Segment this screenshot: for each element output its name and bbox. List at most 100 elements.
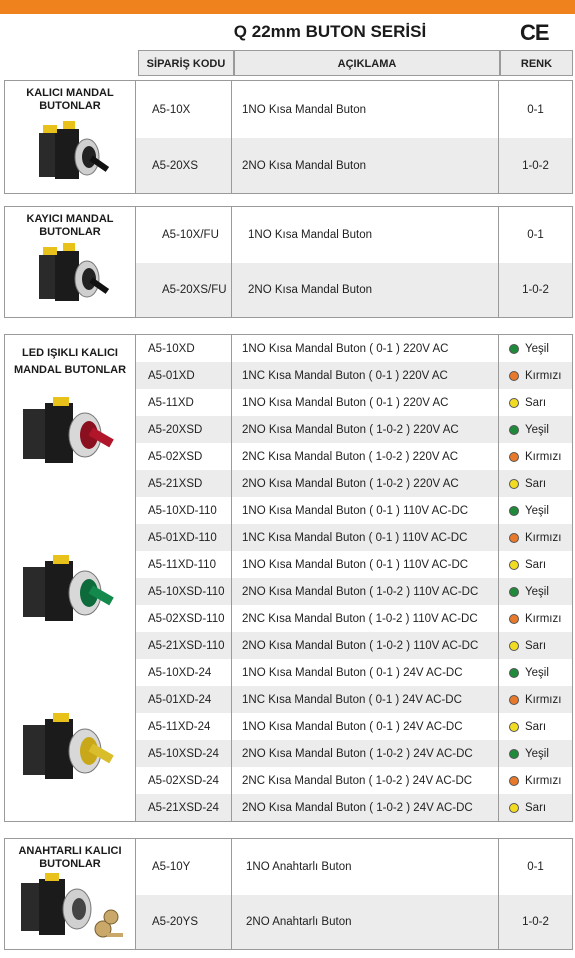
table-row: A5-20YS 2NO Anahtarlı Buton 1-0-2 (136, 895, 572, 949)
order-code: A5-10XSD-24 (136, 740, 232, 767)
category-label: KALICI MANDAL BUTONLAR (26, 87, 114, 112)
description: 1NO Anahtarlı Buton (232, 839, 499, 895)
led-color-cell: Yeşil (499, 497, 572, 524)
led-color-label: Kırmızı (525, 369, 562, 382)
led-color-cell: Yeşil (499, 740, 572, 767)
order-code: A5-02XSD (136, 443, 232, 470)
led-color-label: Yeşil (525, 423, 549, 436)
led-color-label: Sarı (525, 639, 547, 652)
description: 2NC Kısa Mandal Buton ( 1-0-2 ) 220V AC (232, 443, 499, 470)
table-row: A5-11XD-24 1NO Kısa Mandal Buton ( 0-1 ) … (136, 713, 572, 740)
top-accent-bar (0, 0, 575, 14)
led-color-cell: Sarı (499, 632, 572, 659)
description: 1NC Kısa Mandal Buton ( 0-1 ) 220V AC (232, 362, 499, 389)
led-color-dot-icon (509, 370, 519, 381)
description: 2NO Anahtarlı Buton (232, 895, 499, 949)
order-code: A5-20XS/FU (136, 263, 232, 317)
description: 1NO Kısa Mandal Buton ( 0-1 ) 220V AC (232, 389, 499, 416)
header-color: RENK (500, 50, 573, 76)
table-row: A5-21XSD-24 2NO Kısa Mandal Buton ( 1-0-2… (136, 794, 572, 821)
color-code: 1-0-2 (522, 159, 549, 172)
table-row: A5-20XSD 2NO Kısa Mandal Buton ( 1-0-2 ) … (136, 416, 572, 443)
category-label: KAYICI MANDAL BUTONLAR (26, 213, 114, 238)
led-color-label: Kırmızı (525, 612, 562, 625)
led-color-dot-icon (509, 694, 519, 705)
led-color-dot-icon (509, 559, 519, 570)
led-color-label: Yeşil (525, 504, 549, 517)
table-row: A5-20XS/FU 2NO Kısa Mandal Buton 1-0-2 (136, 263, 572, 317)
led-color-cell: Kırmızı (499, 443, 572, 470)
led-color-dot-icon (509, 775, 519, 786)
led-color-dot-icon (509, 397, 519, 408)
order-code: A5-10XD-110 (136, 497, 232, 524)
table-row: A5-11XD-110 1NO Kısa Mandal Buton ( 0-1 )… (136, 551, 572, 578)
color-code: 0-1 (527, 103, 544, 116)
led-color-cell: Sarı (499, 551, 572, 578)
table-row: A5-02XSD 2NC Kısa Mandal Buton ( 1-0-2 ) … (136, 443, 572, 470)
led-color-label: Sarı (525, 720, 547, 733)
order-code: A5-20YS (136, 895, 232, 949)
led-color-label: Kırmızı (525, 693, 562, 706)
order-code: A5-10X (136, 81, 232, 138)
key-switch-product-image (21, 873, 123, 938)
led-color-dot-icon (509, 640, 519, 651)
led-color-label: Sarı (525, 558, 547, 571)
table-row: A5-01XD-24 1NC Kısa Mandal Buton ( 0-1 ) … (136, 686, 572, 713)
led-color-dot-icon (509, 424, 519, 435)
order-code: A5-10X/FU (136, 207, 232, 263)
led-color-dot-icon (509, 505, 519, 516)
table-row: A5-21XSD 2NO Kısa Mandal Buton ( 1-0-2 ) … (136, 470, 572, 497)
led-selector-green-product-image (23, 555, 114, 621)
color-code: 1-0-2 (522, 916, 549, 928)
section-kayici-mandal: KAYICI MANDAL BUTONLAR A5-10X/FU 1NO Kısa… (4, 206, 573, 318)
order-code: A5-10Y (136, 839, 232, 895)
led-selector-yellow-product-image (23, 713, 114, 779)
order-code: A5-10XSD-110 (136, 578, 232, 605)
table-row: A5-10XD-24 1NO Kısa Mandal Buton ( 0-1 ) … (136, 659, 572, 686)
led-color-dot-icon (509, 721, 519, 732)
led-color-label: Sarı (525, 396, 547, 409)
led-color-cell: Kırmızı (499, 686, 572, 713)
led-color-label: Kırmızı (525, 774, 562, 787)
description: 2NO Kısa Mandal Buton ( 1-0-2 ) 24V AC-D… (232, 794, 499, 821)
order-code: A5-01XD (136, 362, 232, 389)
led-color-cell: Sarı (499, 470, 572, 497)
description: 1NO Kısa Mandal Buton ( 0-1 ) 24V AC-DC (232, 713, 499, 740)
section-kalici-mandal: KALICI MANDAL BUTONLAR A5-10X 1NO Kısa Ma… (4, 80, 573, 194)
category-label: ANAHTARLI KALICI BUTONLAR (18, 845, 122, 870)
table-row: A5-02XSD-110 2NC Kısa Mandal Buton ( 1-0-… (136, 605, 572, 632)
description: 1NO Kısa Mandal Buton ( 0-1 ) 110V AC-DC (232, 497, 499, 524)
description: 2NO Kısa Mandal Buton ( 1-0-2 ) 110V AC-… (232, 578, 499, 605)
led-color-label: Yeşil (525, 666, 549, 679)
header-description: AÇIKLAMA (234, 50, 500, 76)
table-row: A5-11XD 1NO Kısa Mandal Buton ( 0-1 ) 220… (136, 389, 572, 416)
order-code: A5-10XD-24 (136, 659, 232, 686)
led-color-label: Kırmızı (525, 450, 562, 463)
sliding-switch-product-image (39, 243, 110, 301)
order-code: A5-11XD-24 (136, 713, 232, 740)
order-code: A5-10XD (136, 335, 232, 362)
table-row: A5-21XSD-110 2NO Kısa Mandal Buton ( 1-0-… (136, 632, 572, 659)
order-code: A5-02XSD-24 (136, 767, 232, 794)
led-color-label: Yeşil (525, 342, 549, 355)
led-color-dot-icon (509, 667, 519, 678)
description: 2NC Kısa Mandal Buton ( 1-0-2 ) 110V AC-… (232, 605, 499, 632)
led-color-cell: Yeşil (499, 659, 572, 686)
description: 1NC Kısa Mandal Buton ( 0-1 ) 24V AC-DC (232, 686, 499, 713)
description: 1NO Kısa Mandal Buton ( 0-1 ) 220V AC (232, 335, 499, 362)
led-color-label: Kırmızı (525, 531, 562, 544)
page-title: Q 22mm BUTON SERİSİ (233, 22, 427, 41)
table-row: A5-10XD 1NO Kısa Mandal Buton ( 0-1 ) 220… (136, 335, 572, 362)
led-selector-red-product-image (23, 397, 114, 463)
table-row: A5-10Y 1NO Anahtarlı Buton 0-1 (136, 839, 572, 895)
led-color-cell: Sarı (499, 794, 572, 821)
description: 2NO Kısa Mandal Buton ( 1-0-2 ) 220V AC (232, 470, 499, 497)
led-color-cell: Kırmızı (499, 524, 572, 551)
order-code: A5-01XD-24 (136, 686, 232, 713)
table-row: A5-20XS 2NO Kısa Mandal Buton 1-0-2 (136, 138, 572, 193)
led-color-cell: Kırmızı (499, 362, 572, 389)
led-color-dot-icon (509, 802, 519, 813)
table-row: A5-01XD-110 1NC Kısa Mandal Buton ( 0-1 )… (136, 524, 572, 551)
led-color-dot-icon (509, 586, 519, 597)
led-color-dot-icon (509, 478, 519, 489)
